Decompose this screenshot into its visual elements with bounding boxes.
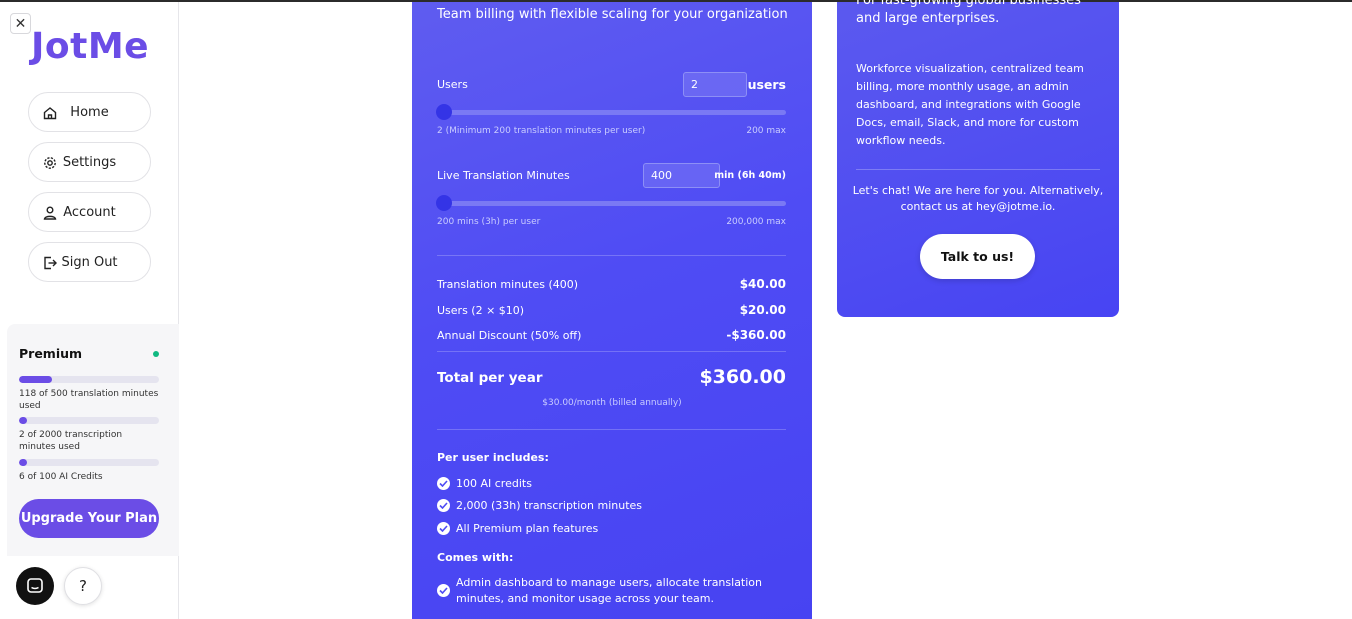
ai-credits-usage-label: 6 of 100 AI Credits (19, 472, 103, 482)
users-slider[interactable] (436, 104, 786, 120)
upgrade-plan-button[interactable]: Upgrade Your Plan (19, 499, 159, 538)
feature-item: 100 AI credits (456, 477, 532, 490)
sidebar-item-account[interactable]: Account (28, 192, 151, 232)
chat-icon (27, 578, 43, 593)
line-item-label: Annual Discount (50% off) (437, 329, 582, 342)
sidebar: ✕ JotMe Home Settings Account Sign Out P… (0, 2, 179, 619)
divider (437, 429, 786, 430)
ai-credits-usage-bar (19, 459, 159, 466)
minutes-min-note: 200 mins (3h) per user (437, 217, 541, 227)
translation-usage-label: 118 of 500 translation minutes used (19, 389, 159, 411)
check-icon (437, 477, 450, 490)
total-note: $30.00/month (billed annually) (542, 398, 682, 408)
pricing-subtitle: Team billing with flexible scaling for y… (437, 7, 788, 22)
minutes-input[interactable]: 400 (643, 163, 720, 188)
users-slider-handle[interactable] (436, 104, 452, 120)
sidebar-item-label: Sign Out (61, 254, 118, 270)
total-amount: $360.00 (699, 366, 786, 388)
usage-panel: Premium 118 of 500 translation minutes u… (7, 324, 179, 556)
feature-item: Admin dashboard to manage users, allocat… (456, 576, 763, 605)
divider (437, 351, 786, 352)
minutes-slider-handle[interactable] (436, 195, 452, 211)
minutes-label: Live Translation Minutes (437, 169, 570, 182)
users-label: Users (437, 78, 468, 91)
line-item-amount: $40.00 (739, 277, 786, 291)
enterprise-contact: Let's chat! We are here for you. Alterna… (852, 184, 1104, 213)
enterprise-headline: For fast-growing global businesses and l… (856, 0, 1081, 26)
team-pricing-card: Team billing with flexible scaling for y… (412, 2, 812, 619)
sidebar-item-label: Account (63, 204, 116, 220)
minutes-max-note: 200,000 max (726, 217, 786, 227)
line-item-amount: -$360.00 (726, 328, 786, 342)
sidebar-item-label: Home (70, 104, 109, 120)
translation-usage-fill (19, 376, 53, 383)
minutes-unit: min (6h 40m) (714, 170, 786, 181)
check-icon (437, 499, 450, 512)
feature-item: All Premium plan features (456, 522, 599, 535)
line-item-label: Translation minutes (400) (437, 278, 579, 291)
users-min-note: 2 (Minimum 200 translation minutes per u… (437, 126, 646, 136)
close-icon: ✕ (14, 15, 27, 32)
comes-with-title: Comes with: (437, 551, 514, 564)
ai-credits-usage-fill (19, 459, 28, 466)
sidebar-item-sign-out[interactable]: Sign Out (28, 242, 151, 282)
sidebar-item-label: Settings (62, 154, 117, 170)
plan-name: Premium (19, 346, 83, 361)
enterprise-card: For fast-growing global businesses and l… (837, 0, 1119, 317)
talk-to-us-button[interactable]: Talk to us! (920, 234, 1035, 279)
line-item-label: Users (2 × $10) (437, 304, 525, 317)
sidebar-item-settings[interactable]: Settings (28, 142, 151, 182)
close-button[interactable]: ✕ (10, 13, 31, 34)
feature-item: 2,000 (33h) transcription minutes (456, 499, 643, 512)
chat-button[interactable] (16, 567, 54, 605)
transcription-usage-label: 2 of 2000 transcription minutes used (19, 430, 123, 452)
includes-title: Per user includes: (437, 451, 549, 464)
help-button[interactable]: ? (64, 567, 102, 605)
status-dot (153, 351, 159, 357)
check-icon (437, 522, 450, 535)
sidebar-item-home[interactable]: Home (28, 92, 151, 132)
divider (437, 255, 786, 256)
transcription-usage-fill (19, 417, 28, 424)
translation-usage-bar (19, 376, 159, 383)
enterprise-description: Workforce visualization, centralized tea… (856, 62, 1084, 147)
line-item-amount: $20.00 (739, 303, 786, 317)
divider (856, 169, 1100, 170)
transcription-usage-bar (19, 417, 159, 424)
check-icon (437, 584, 450, 597)
users-unit: users (747, 77, 786, 92)
total-label: Total per year (437, 370, 543, 386)
minutes-slider[interactable] (436, 195, 786, 211)
logo: JotMe (31, 26, 150, 67)
users-max-note: 200 max (746, 126, 786, 136)
users-input[interactable]: 2 (683, 72, 747, 97)
